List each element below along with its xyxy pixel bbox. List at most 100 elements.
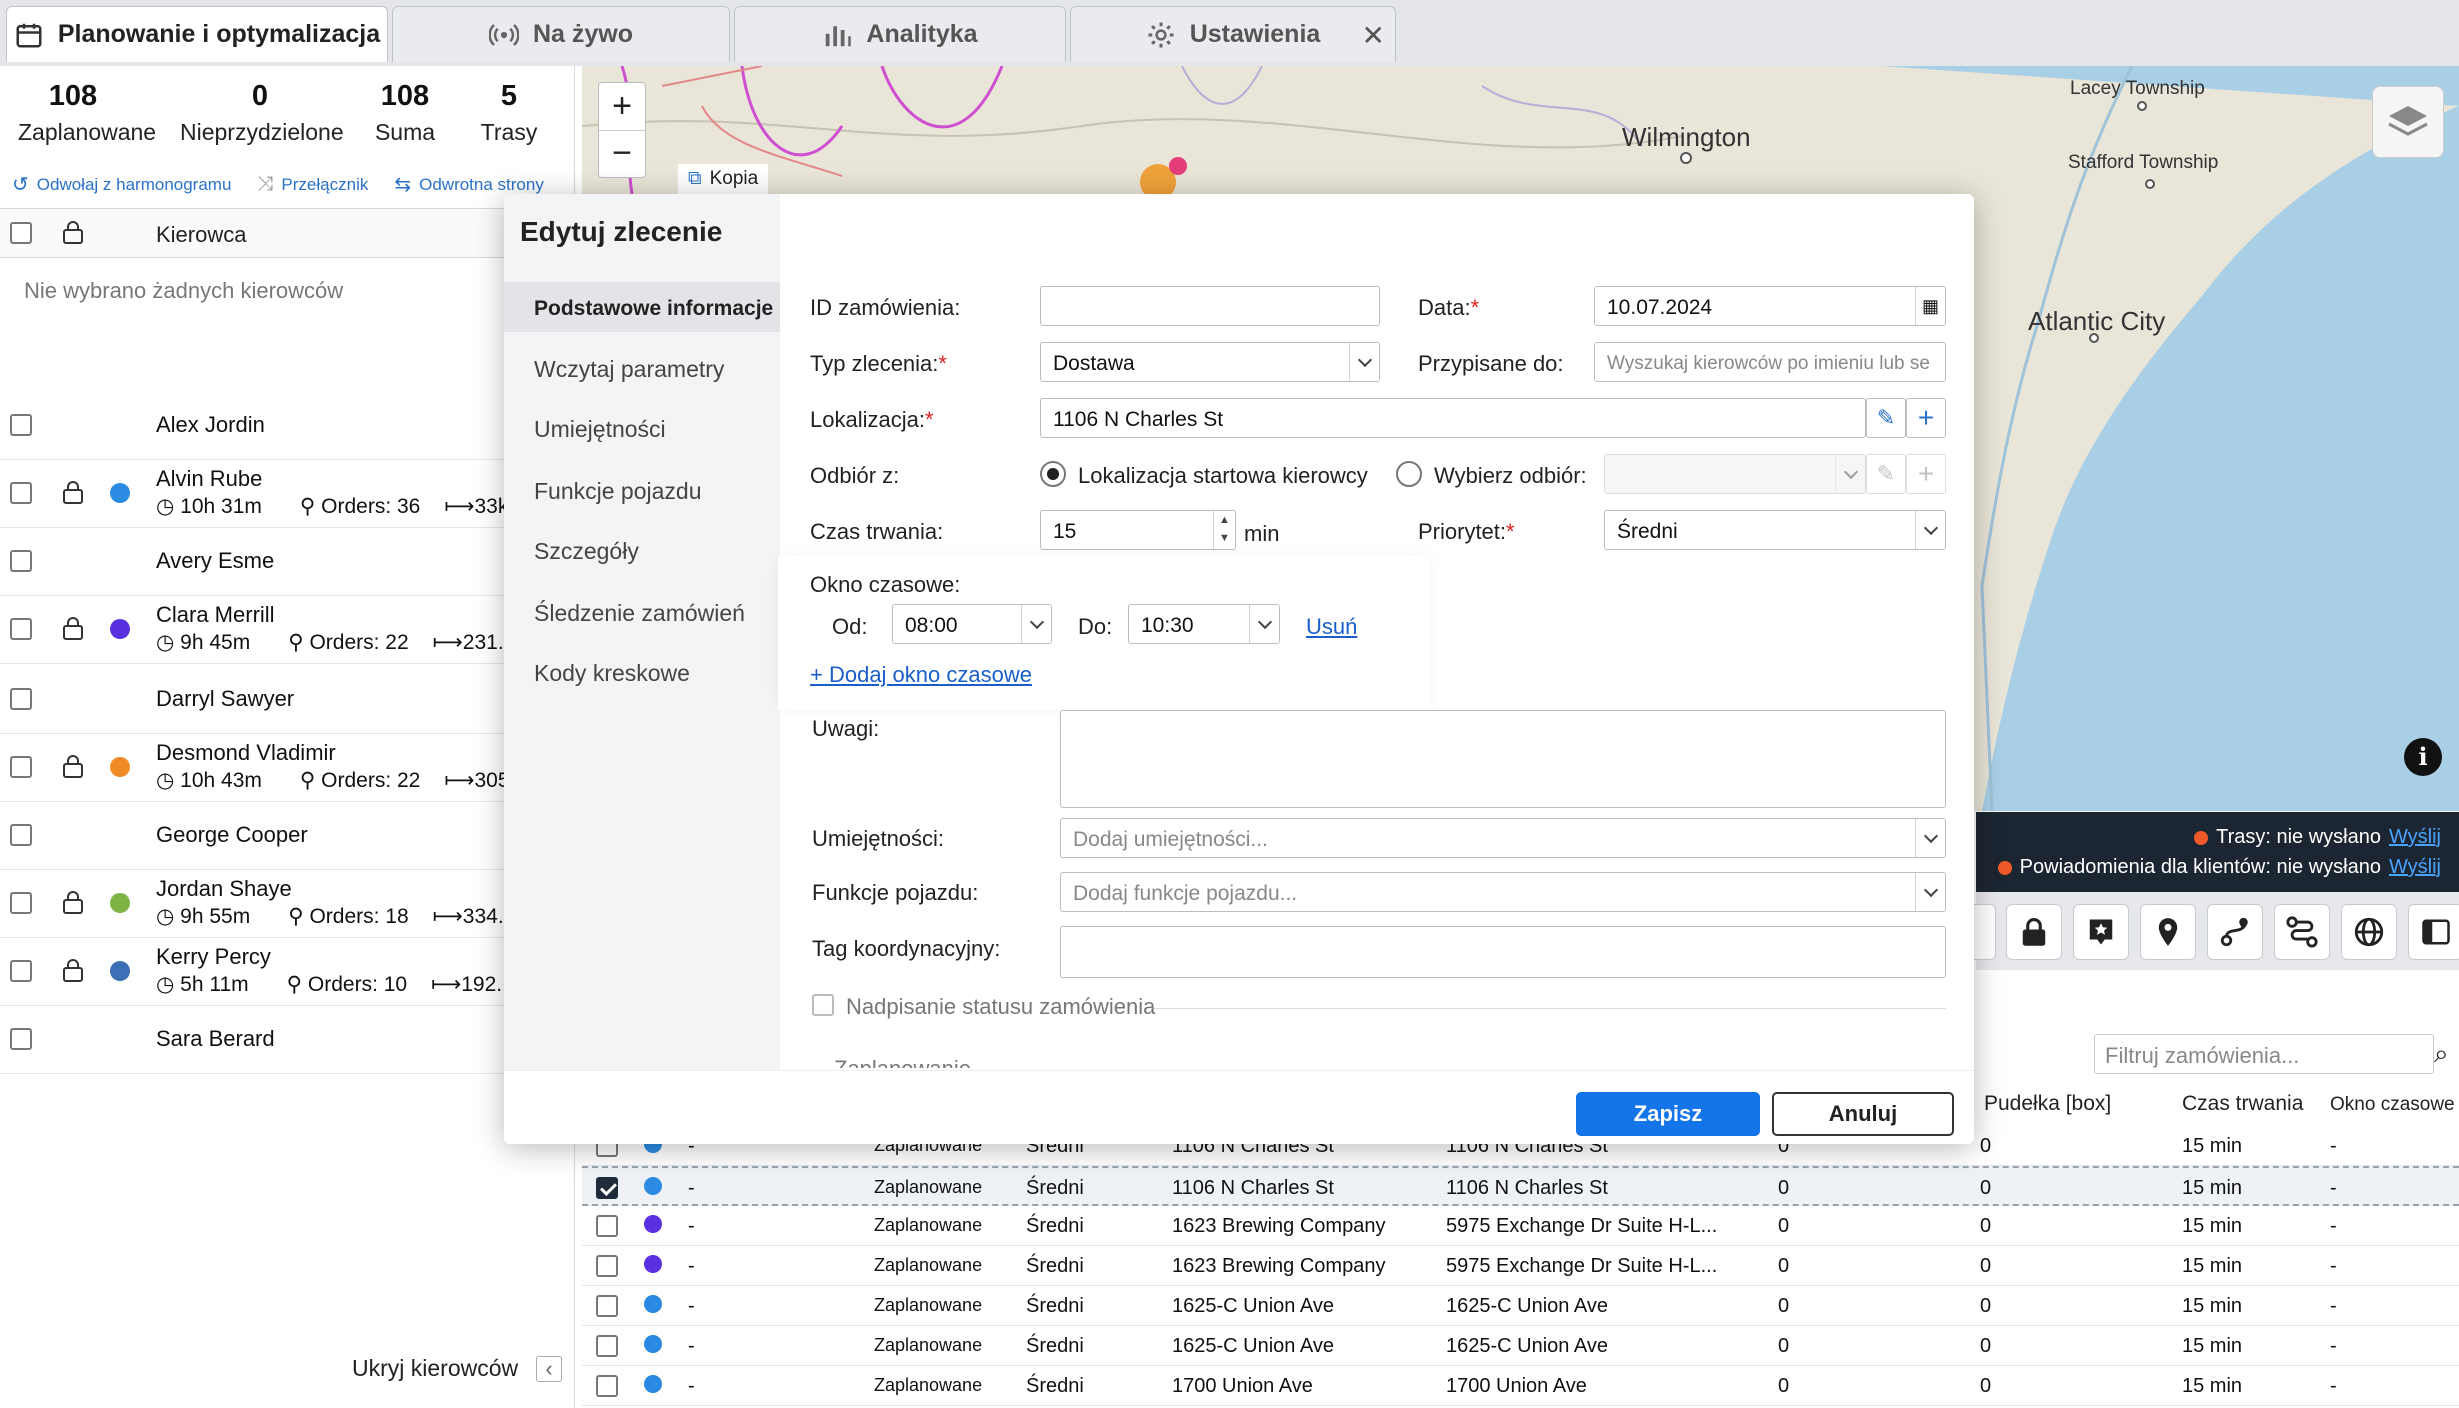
- nav-details[interactable]: Szczegóły: [534, 538, 639, 565]
- driver-row[interactable]: Sara Berard: [0, 1006, 575, 1074]
- search-icon[interactable]: ⌕: [2434, 1038, 2449, 1070]
- driver-row[interactable]: Alvin Rube ◷ 10h 31m ⚲ Orders: 36 ⟼33k: [0, 460, 575, 528]
- table-row[interactable]: - Zaplanowane Średni 1623 Brewing Company 59…: [582, 1206, 2459, 1246]
- driver-checkbox[interactable]: [10, 414, 32, 436]
- table-row[interactable]: - Zaplanowane Średni 1700 Union Ave 1700 Uni…: [582, 1366, 2459, 1406]
- tab-label: Na żywo: [532, 20, 634, 48]
- driver-row[interactable]: Jordan Shaye ◷ 9h 55m ⚲ Orders: 18 ⟼334.: [0, 870, 575, 938]
- close-icon[interactable]: ✕: [1362, 19, 1385, 52]
- lock-icon[interactable]: [62, 890, 84, 914]
- pickup-driver-start-radio[interactable]: [1040, 461, 1066, 487]
- priority-select[interactable]: Średni: [1604, 510, 1946, 550]
- row-checkbox[interactable]: [596, 1255, 618, 1277]
- order-id-input[interactable]: [1040, 286, 1380, 326]
- order-type-select[interactable]: Dostawa: [1040, 342, 1380, 382]
- nav-vehicle-features[interactable]: Funkcje pojazdu: [534, 478, 702, 505]
- add-time-window-link[interactable]: + Dodaj okno czasowe: [810, 662, 1032, 688]
- hide-drivers-label[interactable]: Ukryj kierowców: [352, 1355, 518, 1382]
- collapse-panel-icon[interactable]: ‹: [536, 1356, 562, 1382]
- driver-checkbox[interactable]: [10, 824, 32, 846]
- driver-row[interactable]: Darryl Sawyer: [0, 666, 575, 734]
- calendar-icon[interactable]: ▦: [1915, 287, 1945, 325]
- driver-checkbox[interactable]: [10, 550, 32, 572]
- cancel-button[interactable]: Anuluj: [1772, 1092, 1954, 1136]
- lock-icon[interactable]: [62, 480, 84, 504]
- location-tool-button[interactable]: [2140, 904, 2196, 960]
- from-time-select[interactable]: 08:00: [892, 604, 1052, 644]
- layers-button[interactable]: [2372, 86, 2444, 158]
- pickup-choose-radio[interactable]: [1396, 461, 1422, 487]
- driver-row[interactable]: Avery Esme: [0, 528, 575, 596]
- location-input[interactable]: 1106 N Charles St: [1040, 398, 1866, 438]
- coordination-tag-input[interactable]: [1060, 926, 1946, 978]
- stepper-icon[interactable]: ▲ ▼: [1213, 511, 1235, 549]
- unschedule-button[interactable]: ↺ Odwołaj z harmonogramu: [12, 172, 231, 197]
- tab-planning[interactable]: Planowanie i optymalizacja: [6, 6, 388, 62]
- driver-checkbox[interactable]: [10, 688, 32, 710]
- tab-analytics[interactable]: Analityka: [734, 6, 1066, 62]
- tab-live[interactable]: Na żywo: [392, 6, 730, 62]
- assigned-driver-input[interactable]: Wyszukaj kierowców po imieniu lub se: [1594, 342, 1946, 382]
- driver-row[interactable]: Desmond Vladimir ◷ 10h 43m ⚲ Orders: 22 ⟼30…: [0, 734, 575, 802]
- lock-icon[interactable]: [62, 754, 84, 778]
- select-all-checkbox[interactable]: [10, 222, 32, 244]
- lock-icon[interactable]: [62, 616, 84, 640]
- toggle-button[interactable]: ⤨ Przełącznik: [257, 172, 368, 197]
- tab-settings[interactable]: Ustawienia ✕: [1070, 6, 1396, 62]
- duration-input[interactable]: 15 ▲ ▼: [1040, 510, 1236, 550]
- skills-select[interactable]: Dodaj umiejętności...: [1060, 818, 1946, 858]
- send-notifications-link[interactable]: Wyślij: [2389, 856, 2441, 879]
- order-filter-input[interactable]: Filtruj zamówienia...: [2094, 1034, 2434, 1074]
- lock-icon[interactable]: [62, 220, 84, 244]
- date-input[interactable]: 10.07.2024 ▦: [1594, 286, 1946, 326]
- copy-button[interactable]: ⧉ Kopia: [678, 164, 769, 194]
- edit-location-button[interactable]: ✎: [1866, 398, 1906, 438]
- nav-skills[interactable]: Umiejętności: [534, 416, 666, 443]
- vehicle-features-select[interactable]: Dodaj funkcje pojazdu...: [1060, 872, 1946, 912]
- driver-checkbox[interactable]: [10, 960, 32, 982]
- notes-textarea[interactable]: [1060, 710, 1946, 808]
- nav-order-tracking[interactable]: Śledzenie zamówień: [534, 600, 745, 627]
- globe-tool-button[interactable]: [2341, 904, 2397, 960]
- nav-basic-info[interactable]: Podstawowe informacje: [504, 282, 780, 332]
- row-checkbox[interactable]: [596, 1295, 618, 1317]
- driver-row[interactable]: Alex Jordin: [0, 392, 575, 460]
- column-window[interactable]: Okno czasowe: [2330, 1094, 2455, 1116]
- save-button[interactable]: Zapisz: [1576, 1092, 1760, 1136]
- column-duration[interactable]: Czas trwania: [2182, 1092, 2303, 1116]
- driver-row[interactable]: George Cooper: [0, 802, 575, 870]
- zoom-out-button[interactable]: −: [599, 131, 645, 177]
- lock-icon[interactable]: [62, 958, 84, 982]
- zoom-in-button[interactable]: +: [599, 83, 645, 131]
- row-checkbox[interactable]: [596, 1335, 618, 1357]
- path-tool-button[interactable]: [2274, 904, 2330, 960]
- driver-checkbox[interactable]: [10, 756, 32, 778]
- driver-checkbox[interactable]: [10, 892, 32, 914]
- driver-checkbox[interactable]: [10, 482, 32, 504]
- remove-time-window-link[interactable]: Usuń: [1306, 614, 1357, 640]
- to-time-select[interactable]: 10:30: [1128, 604, 1280, 644]
- lock-tool-button[interactable]: [2006, 904, 2062, 960]
- driver-checkbox[interactable]: [10, 618, 32, 640]
- table-row[interactable]: - Zaplanowane Średni 1625-C Union Ave 1625-C…: [582, 1326, 2459, 1366]
- driver-checkbox[interactable]: [10, 1028, 32, 1050]
- send-routes-link[interactable]: Wyślij: [2389, 826, 2441, 849]
- row-checkbox[interactable]: [596, 1177, 618, 1199]
- table-row[interactable]: - Zaplanowane Średni 1106 N Charles St 1106 …: [582, 1166, 2459, 1206]
- pin-star-tool-button[interactable]: [2073, 904, 2129, 960]
- driver-row[interactable]: Clara Merrill ◷ 9h 45m ⚲ Orders: 22 ⟼231.: [0, 596, 575, 664]
- add-location-button[interactable]: +: [1906, 398, 1946, 438]
- nav-load-params[interactable]: Wczytaj parametry: [534, 356, 724, 383]
- route-tool-button[interactable]: [2207, 904, 2263, 960]
- info-icon[interactable]: i: [2404, 738, 2442, 776]
- override-status-checkbox[interactable]: [812, 994, 834, 1016]
- row-checkbox[interactable]: [596, 1375, 618, 1397]
- driver-row[interactable]: Kerry Percy ◷ 5h 11m ⚲ Orders: 10 ⟼192.: [0, 938, 575, 1006]
- row-checkbox[interactable]: [596, 1215, 618, 1237]
- column-boxes[interactable]: Pudełka [box]: [1984, 1092, 2111, 1116]
- driver-column-header[interactable]: Kierowca: [156, 222, 246, 248]
- table-row[interactable]: - Zaplanowane Średni 1625-C Union Ave 1625-C…: [582, 1286, 2459, 1326]
- table-row[interactable]: - Zaplanowane Średni 1623 Brewing Company 59…: [582, 1246, 2459, 1286]
- nav-barcodes[interactable]: Kody kreskowe: [534, 660, 690, 687]
- panel-tool-button[interactable]: [2408, 904, 2459, 960]
